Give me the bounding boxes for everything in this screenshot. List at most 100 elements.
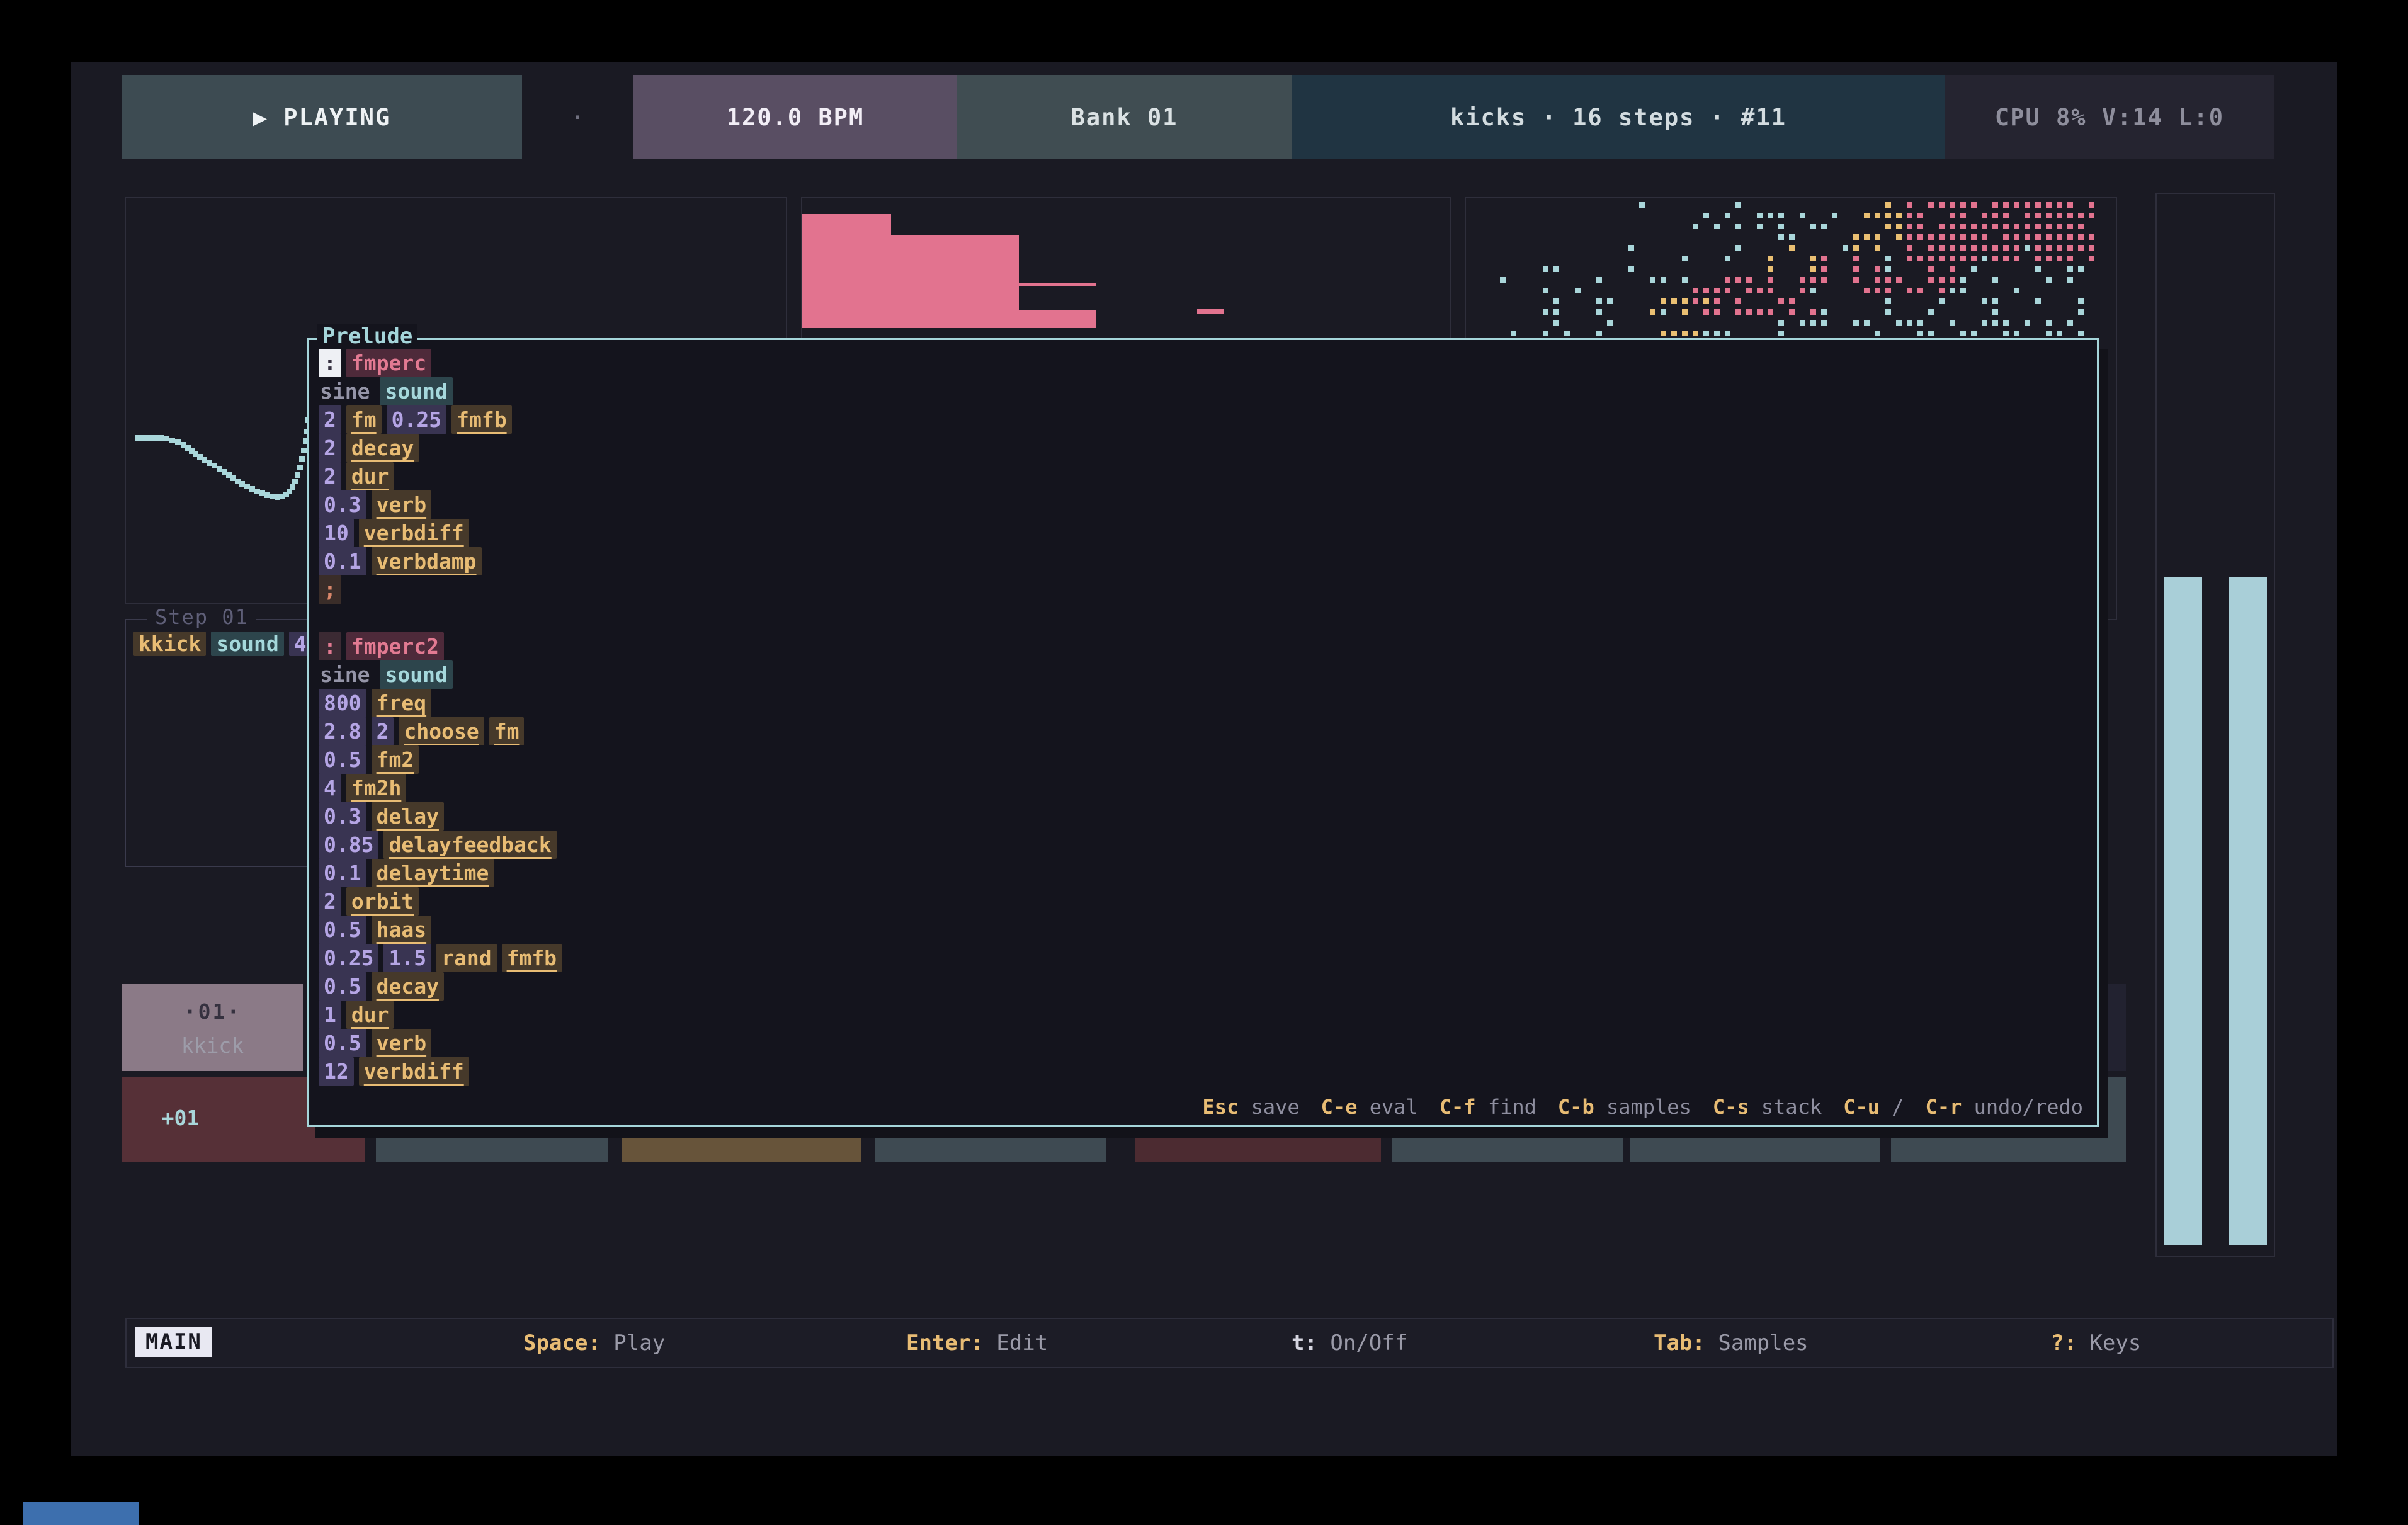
editor-line[interactable]: 0.3verb [319,490,2091,519]
stack-dot [2089,202,2094,208]
editor-line[interactable]: 0.251.5randfmfb [319,944,2091,972]
stack-dot [1896,277,1902,283]
stack-dot [1746,288,1752,293]
editor-token: dur [346,462,394,490]
editor-token: verb [372,490,431,519]
editor-line[interactable]: 0.5decay [319,972,2091,1001]
editor-line[interactable]: 2decay [319,434,2091,462]
waveform-dot [147,435,152,441]
editor-line[interactable]: 0.1verbdamp [319,547,2091,575]
editor-line[interactable]: 0.5verb [319,1029,2091,1057]
stack-dot [1896,234,1902,240]
stack-dot [1553,298,1559,304]
status-hint-key: Enter: [906,1330,984,1356]
bpm-display[interactable]: 120.0 BPM [633,75,957,159]
stack-dot [1950,224,1955,229]
keybinding-action: stack [1749,1095,1822,1119]
editor-line[interactable]: 800freq [319,689,2091,717]
editor-token: 10 [319,519,354,547]
stack-dot [2014,234,2019,240]
stack-dot [2046,213,2052,218]
editor-line[interactable]: 4fm2h [319,774,2091,802]
stack-dot [2067,277,2073,283]
stack-dot [1768,288,1773,293]
stack-dot [1735,224,1741,229]
editor-line[interactable]: :fmperc [319,349,2091,377]
pattern-tile[interactable]: ·01·kkick [122,984,303,1071]
stack-dot [1639,202,1645,208]
editor-line[interactable]: sinesound [319,660,2091,689]
stack-dot [1992,298,1998,304]
stack-dot [2067,245,2073,251]
editor-line[interactable]: sinesound [319,377,2091,405]
stack-dot [1789,309,1795,315]
stack-dot [1853,320,1859,326]
editor-line[interactable]: 0.5fm2 [319,745,2091,774]
track-info[interactable]: kicks · 16 steps · #11 [1292,75,1945,159]
code-editor[interactable]: Prelude :fmpercsinesound2fm0.25fmfb2deca… [307,338,2099,1127]
stack-dot [1864,234,1870,240]
editor-line[interactable]: 2dur [319,462,2091,490]
stack-dot [1971,245,1977,251]
stack-dot [1714,298,1720,304]
stack-dot [2046,245,2052,251]
editor-line[interactable]: ; [319,575,2091,604]
system-stats[interactable]: CPU 8% V:14 L:0 [1945,75,2274,159]
stack-dot [1500,277,1506,283]
stack-dot [1939,224,1945,229]
editor-line[interactable]: 10verbdiff [319,519,2091,547]
editor-line[interactable]: 0.5haas [319,916,2091,944]
stack-dot [1693,288,1698,293]
editor-token: decay [372,972,444,1001]
stack-dot [1821,320,1827,326]
editor-line[interactable]: 2orbit [319,887,2091,916]
status-hint-label: On/Off [1317,1330,1407,1356]
stack-dot [1939,288,1945,293]
stack-dot [1735,245,1741,251]
stack-dot [1853,277,1859,283]
transport-playing[interactable]: ▶ PLAYING [122,75,522,159]
stack-dot [1757,213,1763,218]
editor-line[interactable]: 12verbdiff [319,1057,2091,1086]
stack-dot [1928,234,1934,240]
editor-token: orbit [346,887,419,916]
step-tokens: kkicksound4 [133,632,317,656]
editor-line[interactable]: 2fm0.25fmfb [319,405,2091,434]
editor-token: decay [346,434,419,462]
bank-display[interactable]: Bank 01 [957,75,1292,159]
editor-line[interactable]: 0.3delay [319,802,2091,831]
stack-dot [1960,245,1966,251]
stack-dot [1757,224,1763,229]
stack-dot [1821,256,1827,261]
editor-token: 4 [319,774,341,802]
editor-line[interactable]: 1dur [319,1001,2091,1029]
stack-dot [1896,213,1902,218]
stack-dot [2057,202,2062,208]
stack-dot [2057,331,2062,336]
stack-dot [1768,309,1773,315]
stack-dot [1885,213,1891,218]
stack-dot [1960,224,1966,229]
stack-dot [1564,331,1570,336]
stack-dot [2025,320,2030,326]
keybinding-key: C-b [1558,1095,1594,1119]
tile-sample-name: kkick [122,1033,303,1058]
stack-dot [1800,288,1805,293]
keybinding-key: C-u [1843,1095,1880,1119]
editor-line[interactable]: 0.85delayfeedback [319,831,2091,859]
editor-line[interactable]: 0.1delaytime [319,859,2091,887]
editor-token: 2 [319,887,341,916]
tile-number: +01 [122,1106,239,1130]
editor-line[interactable]: 2.82choosefm [319,717,2091,745]
stack-dot [1896,320,1902,326]
editor-line[interactable] [319,604,2091,632]
stack-dot [1661,331,1666,336]
stack-dot [1821,224,1827,229]
stack-dot [1928,331,1934,336]
editor-line[interactable]: :fmperc2 [319,632,2091,660]
stack-dot [1992,213,1998,218]
stack-dot [1907,256,1912,261]
stack-dot [2003,331,2009,336]
editor-token: verbdamp [372,547,482,575]
stack-dot [1864,320,1870,326]
